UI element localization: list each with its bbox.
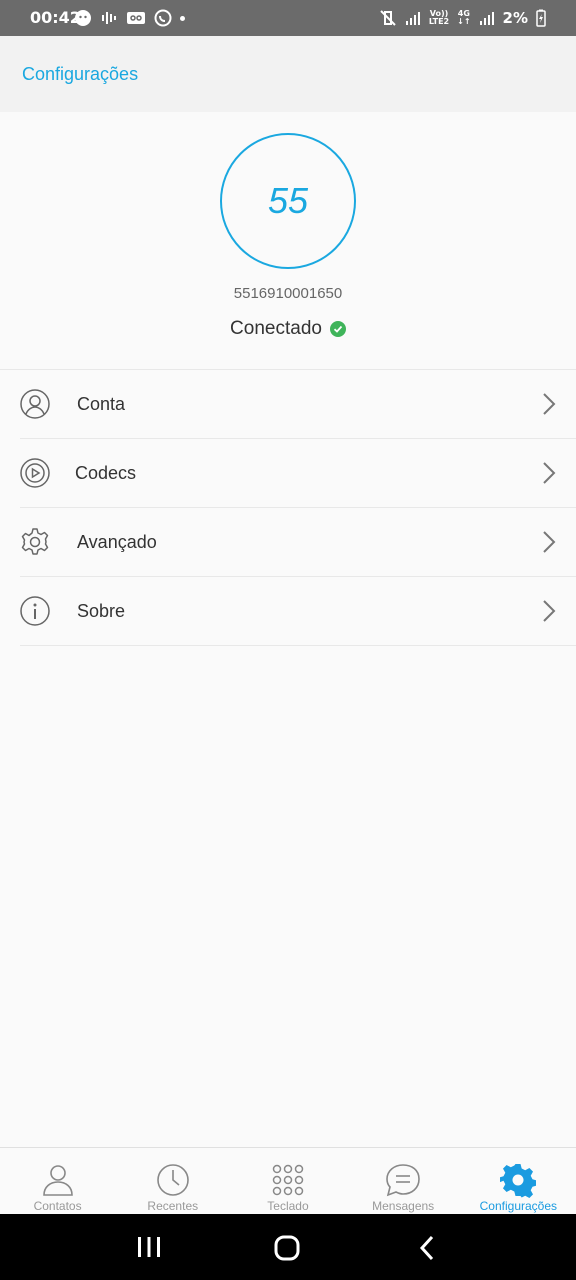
chevron-right-icon <box>543 531 556 553</box>
media-play-icon <box>20 458 50 488</box>
info-icon <box>20 596 50 626</box>
menu-item-label: Conta <box>77 394 126 414</box>
bottom-navigation: Contatos Recentes Teclado Mensagens Conf… <box>0 1147 576 1214</box>
battery-charging-icon <box>536 9 546 27</box>
clock-icon <box>156 1164 189 1196</box>
menu-item-label: Sobre <box>77 601 126 621</box>
vibrate-mute-icon <box>380 10 396 26</box>
notification-icons <box>74 8 185 28</box>
menu-item-conta[interactable]: Conta <box>20 370 576 439</box>
page-title: Configurações <box>22 64 139 84</box>
menu-item-sobre[interactable]: Sobre <box>20 577 576 646</box>
whatsapp-icon <box>154 9 172 27</box>
soundwave-icon <box>102 12 116 24</box>
connected-check-icon <box>329 321 346 337</box>
person-icon <box>20 389 50 419</box>
message-icon <box>386 1164 420 1197</box>
account-number: 5516910001650 <box>233 285 343 302</box>
dialpad-icon <box>272 1164 304 1196</box>
signal-2-icon <box>479 12 494 25</box>
avatar: 55 <box>220 133 356 269</box>
lte2-label: LTE2 <box>428 17 450 26</box>
app-header: Configurações <box>0 36 576 112</box>
back-button[interactable] <box>418 1235 436 1261</box>
menu-item-label: Avançado <box>77 532 157 552</box>
tab-label: Recentes <box>147 1199 199 1213</box>
face-icon <box>75 10 91 26</box>
menu-item-avancado[interactable]: Avançado <box>20 508 576 577</box>
battery-level: 2% <box>502 9 528 27</box>
4g-indicator: 4G ↓↑ <box>457 10 470 26</box>
status-bar: 00:42 Vo)) LTE2 4G ↓↑ 2% <box>0 0 576 36</box>
gear-icon <box>500 1164 537 1198</box>
tab-label: Configurações <box>479 1199 558 1213</box>
volte-indicator: Vo)) LTE2 <box>429 10 449 26</box>
tab-mensagens[interactable]: Mensagens <box>346 1148 461 1214</box>
chevron-right-icon <box>543 393 556 415</box>
tab-teclado[interactable]: Teclado <box>230 1148 345 1214</box>
profile-section: 55 5516910001650 Conectado <box>0 112 576 370</box>
settings-menu: Conta Codecs Avançado Sobre <box>0 370 576 646</box>
menu-item-label: Codecs <box>75 463 137 483</box>
tab-recentes[interactable]: Recentes <box>115 1148 230 1214</box>
system-icons: Vo)) LTE2 4G ↓↑ 2% <box>379 8 546 28</box>
home-button[interactable] <box>274 1235 300 1261</box>
system-navigation-bar <box>0 1214 576 1280</box>
tab-contatos[interactable]: Contatos <box>0 1148 115 1214</box>
gear-icon <box>21 528 49 555</box>
recent-apps-button[interactable] <box>136 1235 162 1259</box>
tab-label: Contatos <box>33 1199 82 1213</box>
more-notifications-dot <box>180 15 185 21</box>
chevron-right-icon <box>543 462 556 484</box>
tab-configuracoes[interactable]: Configurações <box>461 1148 576 1214</box>
tab-label: Mensagens <box>372 1199 435 1213</box>
chevron-right-icon <box>543 600 556 622</box>
tab-label: Teclado <box>267 1199 309 1213</box>
signal-1-icon <box>405 12 420 25</box>
menu-item-codecs[interactable]: Codecs <box>20 439 576 508</box>
avatar-text: 55 <box>267 180 309 221</box>
connection-status: Conectado <box>0 318 576 340</box>
data-arrows-icon: ↓↑ <box>457 17 471 26</box>
voicemail-icon <box>127 12 145 24</box>
contact-icon <box>42 1165 73 1196</box>
connection-status-label: Conectado <box>230 318 322 339</box>
